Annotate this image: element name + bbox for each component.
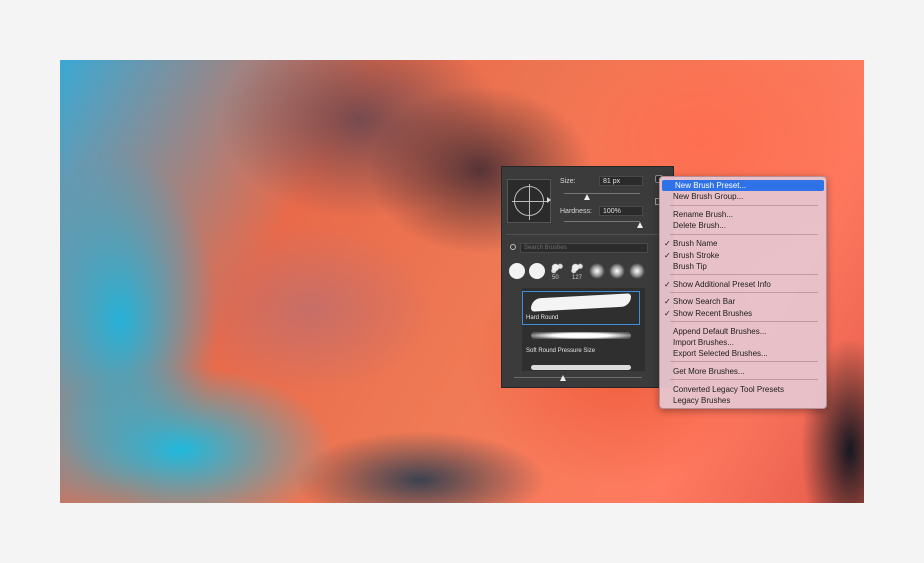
menu-separator <box>670 321 818 322</box>
size-input[interactable]: 81 px <box>599 176 643 186</box>
menu-item-show-additional-preset-info[interactable]: ✓ Show Additional Preset Info <box>660 279 826 290</box>
menu-item-label: Brush Name <box>673 239 718 249</box>
brush-tip-soft[interactable] <box>609 263 625 279</box>
menu-separator <box>670 361 818 363</box>
menu-item-label: Legacy Brushes <box>673 396 731 405</box>
soft-round-stroke-preview <box>531 332 631 339</box>
menu-item-label: Rename Brush... <box>673 210 734 220</box>
brush-list: Hard Round Soft Round Pressure Size <box>522 288 645 371</box>
menu-item-new-brush-group[interactable]: New Brush Group... <box>660 191 826 202</box>
hardness-slider-track[interactable] <box>564 221 640 222</box>
checkmark-icon: ✓ <box>664 239 671 249</box>
search-placeholder: Search Brushes <box>524 245 567 251</box>
search-icon <box>510 244 516 250</box>
partial-stroke-preview <box>531 365 631 370</box>
hardness-label: Hardness: <box>560 208 592 215</box>
preview-size-slider-track[interactable] <box>514 377 642 378</box>
menu-item-label: New Brush Group... <box>673 192 744 202</box>
menu-item-show-search-bar[interactable]: ✓ Show Search Bar <box>660 296 826 307</box>
brush-tip-scatter[interactable] <box>549 263 565 274</box>
brush-item-partial[interactable] <box>522 360 640 371</box>
menu-separator <box>670 204 818 206</box>
brush-item-label: Soft Round Pressure Size <box>526 348 596 354</box>
brush-preset-picker: Size: 81 px Hardness: 100% Search Brushe… <box>501 166 674 388</box>
checkmark-icon: ✓ <box>664 279 671 289</box>
menu-separator <box>670 379 818 381</box>
menu-item-label: Show Search Bar <box>673 297 736 307</box>
panel-divider <box>506 234 669 235</box>
menu-item-import-brushes[interactable]: Import Brushes... <box>660 337 826 348</box>
checkmark-icon: ✓ <box>664 308 671 318</box>
brush-tip-soft[interactable] <box>629 263 645 279</box>
menu-item-label: Export Selected Brushes... <box>673 349 768 359</box>
menu-item-converted-legacy-tool-presets[interactable]: Converted Legacy Tool Presets <box>660 384 826 395</box>
brush-item-soft-round-pressure-size[interactable]: Soft Round Pressure Size <box>522 327 640 361</box>
hard-round-stroke-preview <box>531 293 631 312</box>
brush-tip-scatter2[interactable] <box>569 263 585 274</box>
checkmark-icon: ✓ <box>664 250 671 260</box>
brush-item-hard-round[interactable]: Hard Round <box>522 291 640 325</box>
brush-tip-size: 50 <box>552 275 559 281</box>
menu-item-brush-name[interactable]: ✓ Brush Name <box>660 238 826 249</box>
menu-item-label: Append Default Brushes... <box>673 326 767 336</box>
brush-tip-hard[interactable] <box>529 263 545 279</box>
brush-settings-menu: New Brush Preset... New Brush Group... Ren… <box>659 176 827 409</box>
menu-item-label: Get More Brushes... <box>673 366 745 376</box>
menu-item-label: Show Recent Brushes <box>673 308 753 318</box>
menu-item-get-more-brushes[interactable]: Get More Brushes... <box>660 366 826 377</box>
hardness-input[interactable]: 100% <box>599 206 643 216</box>
menu-item-new-brush-preset[interactable]: New Brush Preset... <box>662 180 824 191</box>
crosshair-h <box>512 201 548 202</box>
menu-item-brush-tip[interactable]: Brush Tip <box>660 261 826 272</box>
menu-item-brush-stroke[interactable]: ✓ Brush Stroke <box>660 250 826 261</box>
menu-item-label: New Brush Preset... <box>675 181 747 190</box>
menu-item-legacy-brushes[interactable]: Legacy Brushes <box>660 395 826 406</box>
menu-item-delete-brush[interactable]: Delete Brush... <box>660 220 826 231</box>
menu-item-label: Brush Tip <box>673 261 707 271</box>
angle-arrow-icon[interactable] <box>547 197 551 203</box>
brush-item-label: Hard Round <box>526 315 559 321</box>
hardness-slider-thumb[interactable] <box>637 222 643 228</box>
menu-separator <box>670 233 818 235</box>
brush-tip-hard[interactable] <box>509 263 525 279</box>
brush-tip-soft[interactable] <box>589 263 605 279</box>
brush-angle-preview[interactable] <box>507 179 551 223</box>
search-brushes-input[interactable]: Search Brushes <box>520 243 648 253</box>
size-label: Size: <box>560 178 576 185</box>
size-slider-thumb[interactable] <box>583 194 590 200</box>
checkmark-icon: ✓ <box>664 297 671 307</box>
menu-item-label: Show Additional Preset Info <box>673 279 771 289</box>
size-slider-track[interactable] <box>564 193 640 194</box>
menu-item-rename-brush[interactable]: Rename Brush... <box>660 209 826 220</box>
menu-item-label: Converted Legacy Tool Presets <box>673 384 785 394</box>
brush-tip-size: 127 <box>572 275 583 281</box>
menu-item-label: Brush Stroke <box>673 250 720 260</box>
menu-item-label: Delete Brush... <box>673 221 726 231</box>
preview-size-slider-thumb[interactable] <box>560 375 566 381</box>
menu-item-append-default-brushes[interactable]: Append Default Brushes... <box>660 326 826 337</box>
menu-item-export-selected-brushes[interactable]: Export Selected Brushes... <box>660 348 826 359</box>
menu-item-show-recent-brushes[interactable]: ✓ Show Recent Brushes <box>660 308 826 319</box>
menu-item-label: Import Brushes... <box>673 337 734 347</box>
menu-separator <box>670 274 818 276</box>
crosshair-v <box>529 184 530 220</box>
menu-separator <box>670 291 818 293</box>
